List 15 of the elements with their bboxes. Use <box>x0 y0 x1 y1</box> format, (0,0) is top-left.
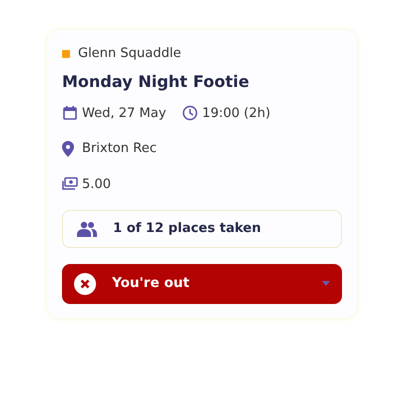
calendar-icon <box>62 105 78 122</box>
event-time: 19:00 (2h) <box>202 104 270 122</box>
event-title: Monday Night Footie <box>62 70 250 92</box>
event-location: Brixton Rec <box>82 140 157 158</box>
event-date: Wed, 27 May <box>82 104 166 122</box>
location-pin-icon <box>62 140 74 157</box>
places-count: 1 of 12 places taken <box>113 220 261 238</box>
cross-icon <box>74 272 96 294</box>
rsvp-dropdown[interactable]: You're out <box>62 264 342 304</box>
event-price: 5.00 <box>82 176 111 194</box>
money-icon <box>62 177 78 192</box>
people-icon <box>77 220 97 237</box>
organiser-name: Glenn Squaddle <box>78 45 182 63</box>
clock-icon <box>182 105 198 122</box>
caret-icon <box>322 281 330 286</box>
